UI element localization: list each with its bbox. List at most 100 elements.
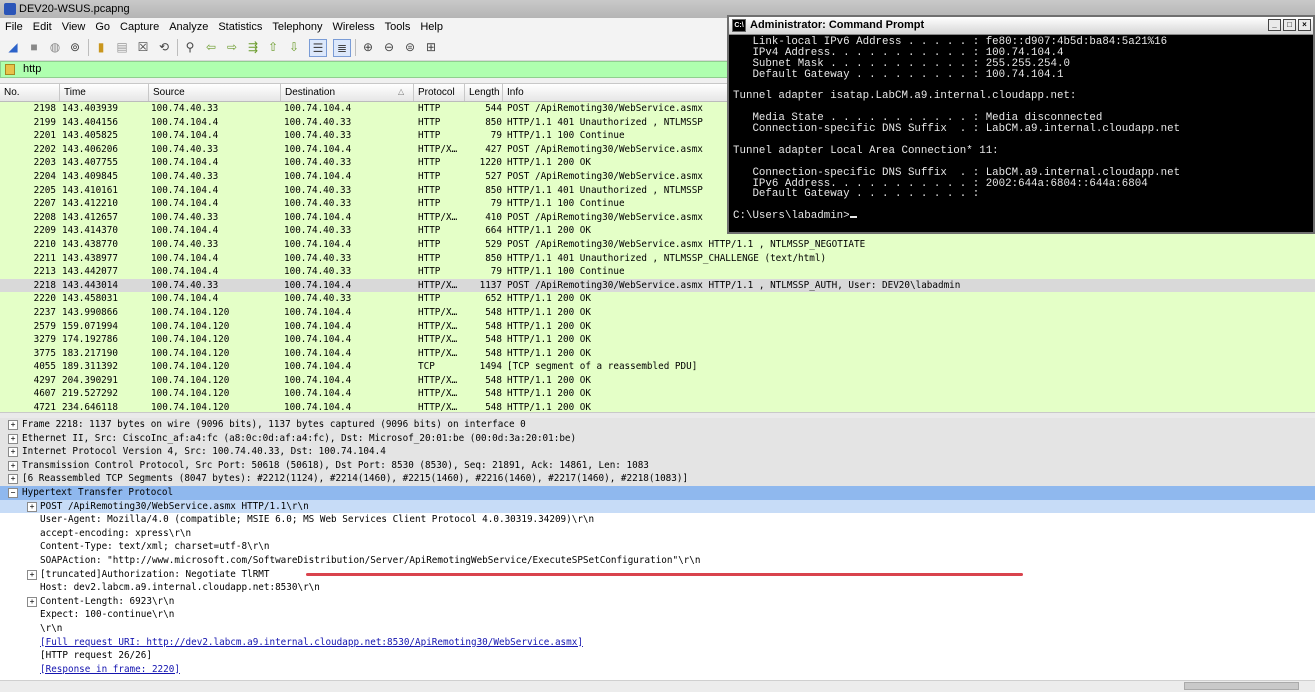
display-filter-input[interactable]: http <box>23 63 41 75</box>
packet-row[interactable]: 2211 143.438977 100.74.104.4 100.74.40.33 HT… <box>0 251 1315 266</box>
expand-icon[interactable]: + <box>27 596 37 607</box>
cmd-line-text: Default Gateway . . . . . . . . . : 100.… <box>733 68 1064 81</box>
command-prompt-window[interactable]: C:\ Administrator: Command Prompt _ □ × L… <box>727 15 1315 234</box>
packet-row[interactable]: 4297 204.390291 100.74.104.120 100.74.104.4… <box>0 373 1315 388</box>
close-icon[interactable]: × <box>1298 19 1311 31</box>
stop-capture-icon[interactable]: ■ <box>26 39 42 55</box>
detail-row[interactable]: + POST /ApiRemoting30/WebService.asmx HTT… <box>0 499 1315 514</box>
menu-analyze[interactable]: Analyze <box>164 21 213 33</box>
menu-edit[interactable]: Edit <box>28 21 57 33</box>
cmd-output[interactable]: Link-local IPv6 Address . . . . . : fe80… <box>733 37 1308 222</box>
detail-row[interactable]: + Ethernet II, Src: CiscoInc_af:a4:fc (a8… <box>0 431 1315 446</box>
packet-time: 189.311392 <box>62 361 118 373</box>
go-back-icon[interactable]: ⇦ <box>203 39 219 55</box>
expand-icon[interactable]: + <box>8 474 18 485</box>
menu-statistics[interactable]: Statistics <box>213 21 267 33</box>
menu-wireless[interactable]: Wireless <box>328 21 380 33</box>
detail-link[interactable]: [Full request URI: http://dev2.labcm.a9.… <box>40 636 583 650</box>
detail-row[interactable]: User-Agent: Mozilla/4.0 (compatible; MSI… <box>0 513 1315 527</box>
menu-go[interactable]: Go <box>90 21 115 33</box>
horizontal-scrollbar[interactable] <box>0 680 1315 692</box>
packet-row[interactable]: 4055 189.311392 100.74.104.120 100.74.104.4… <box>0 360 1315 374</box>
zoom-out-icon[interactable]: ⊖ <box>381 39 397 55</box>
packet-details-pane[interactable]: + Frame 2218: 1137 bytes on wire (9096 bi… <box>0 418 1315 680</box>
expand-icon[interactable]: + <box>8 460 18 471</box>
detail-row[interactable]: Host: dev2.labcm.a9.internal.cloudapp.ne… <box>0 581 1315 595</box>
menu-telephony[interactable]: Telephony <box>267 21 327 33</box>
detail-row[interactable]: + Frame 2218: 1137 bytes on wire (9096 bi… <box>0 418 1315 432</box>
expand-icon[interactable]: + <box>8 420 18 430</box>
packet-src: 100.74.40.33 <box>151 103 219 114</box>
packet-row-selected[interactable]: 2218 143.443014 100.74.40.33 100.74.104.4 HT… <box>0 278 1315 293</box>
detail-row[interactable]: + Transmission Control Protocol, Src Port… <box>0 458 1315 473</box>
detail-link[interactable]: [Response in frame: 2220] <box>40 663 180 677</box>
window-title: DEV20-WSUS.pcapng <box>19 3 130 15</box>
zoom-in-icon[interactable]: ⊕ <box>360 39 376 55</box>
column-protocol[interactable]: Protocol <box>414 84 465 101</box>
detail-row[interactable]: − Hypertext Transfer Protocol <box>0 485 1315 500</box>
packet-row[interactable]: 4607 219.527292 100.74.104.120 100.74.104.4… <box>0 387 1315 402</box>
detail-row[interactable]: + [6 Reassembled TCP Segments (8047 bytes… <box>0 472 1315 486</box>
detail-row[interactable]: [HTTP request 26/26] <box>0 649 1315 663</box>
detail-row[interactable]: [Full request URI: http://dev2.labcm.a9.… <box>0 636 1315 650</box>
save-file-icon[interactable]: ▤ <box>114 39 130 55</box>
go-to-packet-icon[interactable]: ⇶ <box>245 39 261 55</box>
column-time[interactable]: Time <box>60 84 149 101</box>
packet-dst: 100.74.104.4 <box>284 374 352 386</box>
menu-tools[interactable]: Tools <box>380 21 416 33</box>
close-file-icon[interactable]: ☒ <box>135 39 151 55</box>
packet-src: 100.74.40.33 <box>151 279 219 291</box>
detail-row[interactable]: + Internet Protocol Version 4, Src: 100.7… <box>0 445 1315 459</box>
packet-row[interactable]: 3279 174.192786 100.74.104.120 100.74.104.4… <box>0 333 1315 347</box>
detail-rows: + Frame 2218: 1137 bytes on wire (9096 bi… <box>0 418 1315 676</box>
detail-row[interactable]: SOAPAction: "http://www.microsoft.com/So… <box>0 554 1315 568</box>
bookmark-icon[interactable] <box>5 64 15 75</box>
detail-row[interactable]: Expect: 100-continue\r\n <box>0 608 1315 622</box>
packet-time: 143.414370 <box>62 225 118 237</box>
detail-row[interactable]: \r\n <box>0 622 1315 636</box>
packet-row[interactable]: 2213 143.442077 100.74.104.4 100.74.40.33 HT… <box>0 265 1315 279</box>
packet-row[interactable]: 2237 143.990866 100.74.104.120 100.74.104.4… <box>0 305 1315 320</box>
maximize-icon[interactable]: □ <box>1283 19 1296 31</box>
column-source[interactable]: Source <box>149 84 281 101</box>
detail-row[interactable]: Content-Type: text/xml; charset=utf-8\r\… <box>0 540 1315 554</box>
go-last-packet-icon[interactable]: ⇩ <box>286 39 302 55</box>
expand-icon[interactable]: + <box>27 569 37 580</box>
open-file-icon[interactable]: ▮ <box>93 39 109 55</box>
resize-columns-icon[interactable]: ⊞ <box>423 39 439 55</box>
detail-row[interactable]: [Response in frame: 2220] <box>0 663 1315 677</box>
expand-icon[interactable]: + <box>8 433 18 444</box>
capture-options-icon[interactable]: ⊚ <box>67 39 83 55</box>
column-no[interactable]: No. <box>0 84 60 101</box>
detail-row[interactable]: + Content-Length: 6923\r\n <box>0 595 1315 609</box>
packet-row[interactable]: 2210 143.438770 100.74.40.33 100.74.104.4 HT… <box>0 237 1315 252</box>
collapse-icon[interactable]: − <box>8 487 18 498</box>
menu-view[interactable]: View <box>57 21 91 33</box>
restart-capture-icon[interactable]: ◍ <box>47 39 63 55</box>
colorize-icon[interactable]: ≣ <box>333 39 351 57</box>
menu-file[interactable]: File <box>0 21 28 33</box>
packet-dst: 100.74.40.33 <box>284 225 352 237</box>
minimize-icon[interactable]: _ <box>1268 19 1281 31</box>
reload-file-icon[interactable]: ⟲ <box>156 39 172 55</box>
find-packet-icon[interactable]: ⚲ <box>182 39 198 55</box>
go-forward-icon[interactable]: ⇨ <box>224 39 240 55</box>
detail-row[interactable]: accept-encoding: xpress\r\n <box>0 527 1315 541</box>
packet-dst: 100.74.104.4 <box>284 279 352 291</box>
packet-row[interactable]: 3775 183.217190 100.74.104.120 100.74.104.4… <box>0 346 1315 361</box>
scrollbar-thumb[interactable] <box>1184 682 1299 690</box>
packet-time: 183.217190 <box>62 347 118 359</box>
packet-row[interactable]: 2579 159.071994 100.74.104.120 100.74.104.4… <box>0 319 1315 334</box>
expand-icon[interactable]: + <box>27 501 37 512</box>
start-capture-icon[interactable]: ◢ <box>5 39 21 55</box>
packet-row[interactable]: 2220 143.458031 100.74.104.4 100.74.40.33 HT… <box>0 292 1315 306</box>
auto-scroll-icon[interactable]: ☰ <box>309 39 327 57</box>
normal-size-icon[interactable]: ⊜ <box>402 39 418 55</box>
toolbar-separator <box>88 39 89 56</box>
menu-capture[interactable]: Capture <box>115 21 164 33</box>
go-first-packet-icon[interactable]: ⇧ <box>265 39 281 55</box>
menu-help[interactable]: Help <box>415 21 448 33</box>
column-destination[interactable]: Destination <box>281 84 414 101</box>
expand-icon[interactable]: + <box>8 447 18 458</box>
column-length[interactable]: Length <box>465 84 503 101</box>
